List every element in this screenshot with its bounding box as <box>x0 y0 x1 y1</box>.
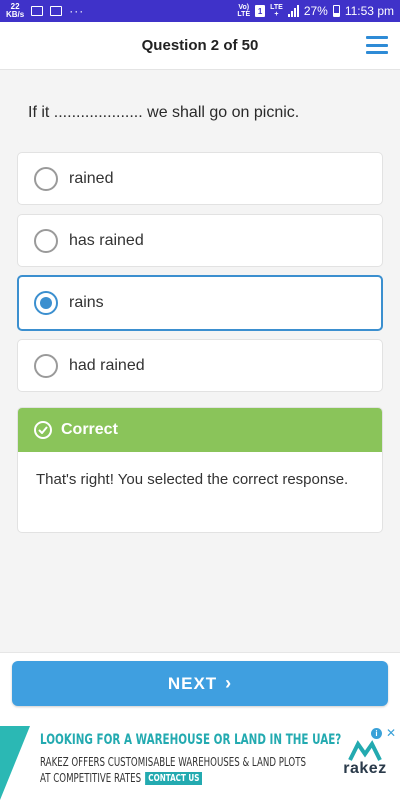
lte-sub-label: + <box>274 11 279 18</box>
network-speed-unit: KB/s <box>6 10 25 19</box>
chevron-right-icon: › <box>225 673 233 693</box>
ad-headline: LOOKING FOR A WAREHOUSE OR LAND IN THE U… <box>40 732 342 748</box>
ad-body-line-2-text: AT COMPETITIVE RATES <box>40 771 142 785</box>
ad-logo-text: rakez <box>343 760 387 777</box>
radio-button-icon[interactable] <box>34 166 58 191</box>
ad-info-icon[interactable]: i <box>371 728 382 739</box>
lte-label: LTE <box>270 4 283 11</box>
question-text: If it .................... we shall go o… <box>28 104 300 121</box>
rakez-logo-mark-icon <box>348 740 382 761</box>
answer-option-label: had rained <box>69 356 145 374</box>
image-notification-icon <box>31 6 44 16</box>
answer-option-2[interactable]: has rained <box>17 214 383 267</box>
ad-body-line-1: RAKEZ OFFERS CUSTOMISABLE WAREHOUSES & L… <box>40 755 307 769</box>
signal-icon <box>287 5 299 17</box>
radio-button-selected-icon[interactable] <box>34 291 58 315</box>
volte-label: Vo) <box>238 4 250 11</box>
sim-icon: 1 <box>255 5 266 17</box>
menu-icon[interactable] <box>366 36 388 54</box>
battery-percent: 27% <box>303 4 328 18</box>
clock: 11:53 pm <box>344 4 394 18</box>
answer-option-4[interactable]: had rained <box>17 339 383 392</box>
radio-button-icon[interactable] <box>34 228 58 253</box>
answer-option-label: rained <box>69 169 114 187</box>
check-circle-icon <box>34 421 52 439</box>
answer-option-label: rains <box>69 294 104 311</box>
app-header: Question 2 of 50 <box>0 22 400 70</box>
mail-notification-icon <box>50 6 63 16</box>
radio-button-icon[interactable] <box>34 353 58 378</box>
network-speed: 22 KB/s <box>6 3 24 19</box>
next-button[interactable]: NEXT › <box>12 661 388 706</box>
more-notifications-icon: ··· <box>69 4 85 18</box>
next-button-label: NEXT <box>167 673 218 693</box>
battery-icon <box>332 5 340 17</box>
ad-logo: rakez <box>340 740 390 794</box>
feedback-card: Correct That's right! You selected the c… <box>17 407 383 533</box>
page-title: Question 2 of 50 <box>141 37 259 54</box>
volte-sub-label: LTE <box>237 11 251 18</box>
feedback-message: That's right! You selected the correct r… <box>36 471 349 488</box>
feedback-header: Correct <box>18 408 382 452</box>
ad-accent-shape <box>0 726 30 800</box>
ad-contact-button[interactable]: CONTACT US <box>145 771 203 785</box>
footer: NEXT › <box>0 652 400 726</box>
answer-option-label: has rained <box>69 231 144 249</box>
lte-icon: LTE + <box>270 4 283 18</box>
answer-option-1[interactable]: rained <box>17 152 383 205</box>
ad-close-icon[interactable]: ✕ <box>386 726 396 740</box>
feedback-title: Correct <box>61 421 118 438</box>
volte-icon: Vo) LTE <box>237 4 250 18</box>
ad-body-line-2: AT COMPETITIVE RATES CONTACT US <box>40 771 203 785</box>
status-bar: 22 KB/s ··· Vo) LTE 1 LTE + 27% 11:53 pm <box>0 0 400 22</box>
answer-option-3[interactable]: rains <box>17 275 383 331</box>
ad-banner[interactable]: LOOKING FOR A WAREHOUSE OR LAND IN THE U… <box>0 726 400 800</box>
